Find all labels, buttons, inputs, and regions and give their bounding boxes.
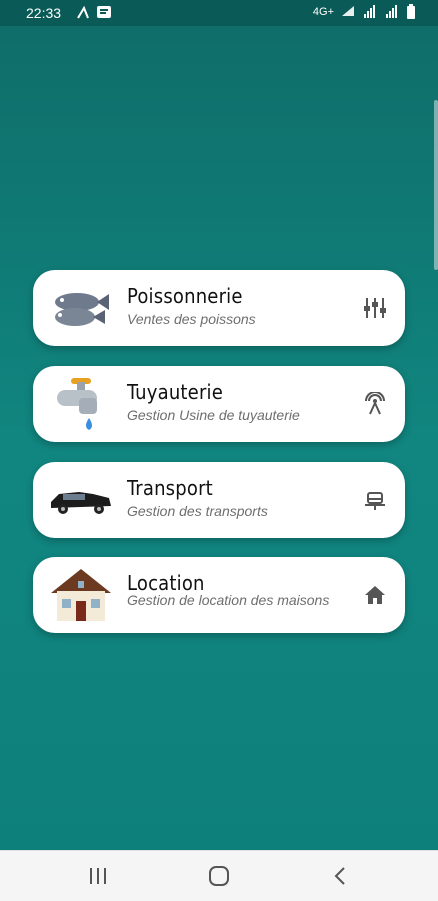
equalizer-icon — [364, 298, 386, 318]
antenna-icon — [365, 392, 385, 415]
card-subtitle: Gestion Usine de tuyauterie — [127, 407, 300, 423]
card-title: Tuyauterie — [127, 380, 224, 404]
cell-signal-2-icon — [386, 5, 397, 18]
signal-icon — [77, 5, 89, 19]
fish-icon — [55, 293, 109, 326]
home-circle-icon[interactable] — [207, 865, 231, 887]
card-title: Transport — [127, 476, 213, 500]
card-location[interactable]: Location Gestion de location des maisons — [33, 557, 405, 633]
house-icon — [51, 569, 111, 621]
card-subtitle: Ventes des poissons — [127, 311, 256, 327]
message-icon — [97, 6, 111, 18]
card-title: Poissonnerie — [127, 284, 243, 308]
network-type: 4G+ — [312, 6, 334, 18]
car-icon — [51, 492, 111, 514]
recent-apps-icon[interactable] — [86, 865, 110, 887]
wifi-icon — [342, 6, 354, 16]
battery-icon — [407, 4, 415, 19]
back-icon[interactable] — [329, 865, 353, 887]
status-bar: 22:33 4G+ — [0, 0, 438, 26]
card-tuyauterie[interactable]: Tuyauterie Gestion Usine de tuyauterie — [33, 366, 405, 442]
card-transport[interactable]: Transport Gestion des transports — [33, 462, 405, 538]
scroll-indicator[interactable] — [434, 100, 438, 270]
card-poissonnerie[interactable]: Poissonnerie Ventes des poissons — [33, 270, 405, 346]
navigation-bar — [0, 850, 438, 901]
card-subtitle: Gestion de location des maisons — [127, 592, 330, 608]
status-time: 22:33 — [26, 5, 62, 21]
home-icon — [365, 586, 385, 604]
card-subtitle: Gestion des transports — [127, 503, 268, 519]
road-car-icon — [365, 492, 385, 510]
cell-signal-1-icon — [364, 5, 375, 18]
faucet-icon — [57, 378, 97, 430]
